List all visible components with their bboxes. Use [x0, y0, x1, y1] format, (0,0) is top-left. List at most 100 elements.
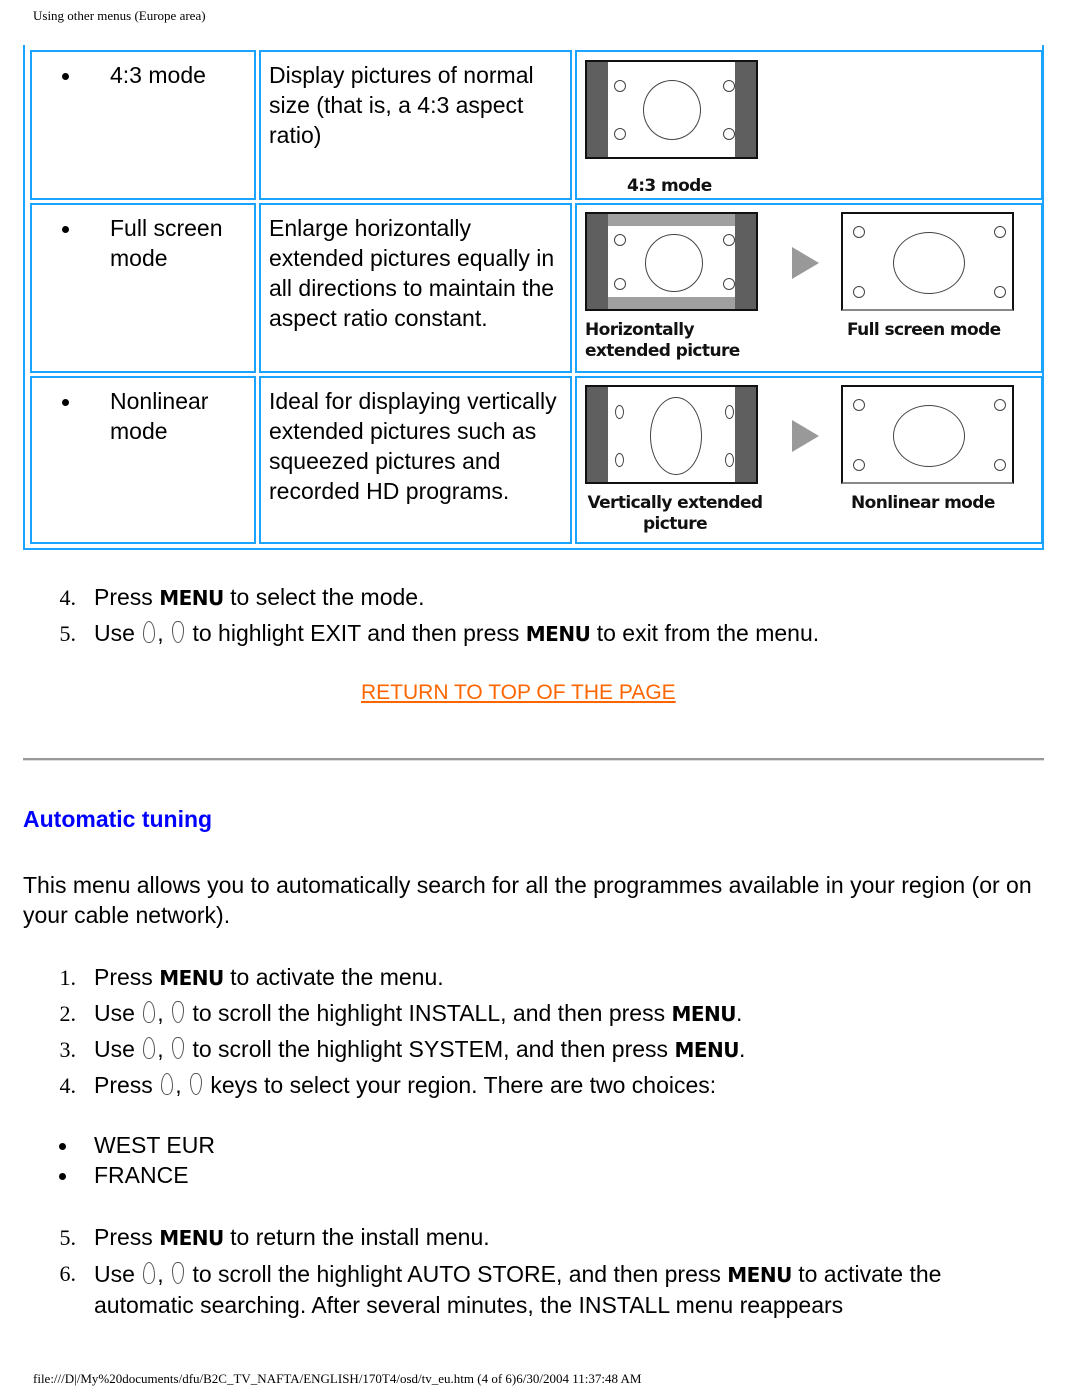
separator: , — [157, 1000, 164, 1026]
step-text: to activate the menu. — [230, 964, 444, 990]
region-choices-list: WEST EUR FRANCE — [56, 1130, 215, 1190]
screen-vertically-extended-illustration — [585, 385, 758, 484]
corner-circle-icon — [723, 234, 735, 246]
bullet-icon — [62, 226, 69, 233]
picture-modes-table: 4:3 mode Display pictures of normal size… — [23, 45, 1044, 550]
arrow-right-icon — [792, 247, 819, 279]
step-text: to return the install menu. — [230, 1224, 490, 1250]
arrow-right-icon — [792, 420, 819, 452]
bullet-icon — [62, 73, 69, 80]
corner-circle-icon — [723, 128, 735, 140]
mode-name-cell: Nonlinear mode — [30, 376, 256, 544]
screen-nonlinear-illustration — [841, 385, 1014, 484]
illustration-caption: Vertically extended picture — [587, 493, 763, 534]
corner-circle-icon — [614, 278, 626, 290]
mode-description: Ideal for displaying vertically extended… — [269, 388, 557, 504]
tuning-steps-list: 1. Press MENU to activate the menu. 2. U… — [23, 960, 1053, 1103]
corner-circle-icon — [994, 399, 1006, 411]
step-text: to scroll the highlight AUTO STORE, and … — [192, 1261, 721, 1287]
step-item: 1. Press MENU to activate the menu. — [23, 960, 1053, 996]
mode-name: 4:3 mode — [110, 62, 206, 88]
mode-illustration-cell: Vertically extended picture Nonlinear mo… — [575, 376, 1043, 544]
corner-circle-icon — [614, 234, 626, 246]
step-item: 5. Press MENU to return the install menu… — [23, 1220, 1023, 1256]
page-footer: file:///D|/My%20documents/dfu/B2C_TV_NAF… — [33, 1371, 642, 1386]
section-intro: This menu allows you to automatically se… — [23, 872, 1032, 928]
step-text: Use — [94, 620, 135, 646]
mode-name: Nonlinear mode — [110, 388, 209, 444]
pillarbox-bar — [735, 214, 756, 309]
mode-list-item: Nonlinear mode — [62, 386, 260, 446]
illustration-caption: Horizontally extended picture — [585, 320, 740, 361]
menu-key-icon: MENU — [159, 1226, 224, 1250]
down-key-icon — [172, 1262, 185, 1284]
letterbox-bar — [587, 214, 756, 226]
corner-circle-icon — [994, 286, 1006, 298]
step-item: 6. Use , to scroll the highlight AUTO ST… — [23, 1256, 1023, 1320]
mode-description: Enlarge horizontally extended pictures e… — [269, 215, 555, 331]
up-key-icon — [143, 1262, 156, 1284]
menu-key-icon: MENU — [671, 1002, 737, 1026]
step-number: 1. — [59, 965, 77, 990]
corner-circle-icon — [853, 226, 865, 238]
corner-circle-icon — [723, 278, 735, 290]
step-text: to scroll the highlight INSTALL, and the… — [192, 1000, 666, 1026]
down-key-icon — [172, 1001, 185, 1023]
step-text: Press — [94, 1224, 153, 1250]
step-item: 4. Press MENU to select the mode. — [23, 580, 1053, 616]
corner-circle-icon — [614, 128, 626, 140]
mode-description-cell: Enlarge horizontally extended pictures e… — [259, 203, 572, 373]
illustration-caption: Nonlinear mode — [851, 493, 995, 513]
separator: , — [157, 1036, 164, 1062]
mode-description-cell: Display pictures of normal size (that is… — [259, 50, 572, 200]
step-text: Use — [94, 1036, 135, 1062]
illustration-caption: 4:3 mode — [627, 176, 712, 196]
step-text: to highlight EXIT and then press — [192, 620, 520, 646]
step-text: Press — [94, 1072, 153, 1098]
corner-oval-icon — [615, 453, 624, 467]
test-circle-icon — [893, 232, 965, 294]
step-text: . — [738, 1036, 746, 1062]
corner-circle-icon — [853, 459, 865, 471]
step-text: to select the mode. — [230, 584, 425, 610]
menu-key-icon: MENU — [159, 586, 224, 610]
step-item: 3. Use , to scroll the highlight SYSTEM,… — [23, 1032, 1053, 1068]
mode-name-cell: Full screen mode — [30, 203, 256, 373]
pillarbox-bar — [587, 214, 608, 309]
separator: , — [157, 620, 164, 646]
pillarbox-bar — [735, 387, 756, 482]
screen-horizontally-extended-illustration — [585, 212, 758, 311]
step-text: Use — [94, 1000, 135, 1026]
step-text: to scroll the highlight SYSTEM, and then… — [192, 1036, 669, 1062]
step-number: 3. — [59, 1037, 77, 1062]
corner-circle-icon — [614, 80, 626, 92]
test-circle-icon — [643, 80, 701, 140]
mode-description: Display pictures of normal size (that is… — [269, 62, 534, 148]
corner-circle-icon — [853, 286, 865, 298]
step-text: . — [736, 1000, 743, 1026]
separator: , — [175, 1072, 182, 1098]
corner-oval-icon — [725, 453, 734, 467]
menu-key-icon: MENU — [674, 1038, 739, 1062]
mode-steps-list: 4. Press MENU to select the mode. 5. Use… — [23, 580, 1053, 652]
tuning-steps-list-continued: 5. Press MENU to return the install menu… — [23, 1220, 1023, 1320]
up-key-icon — [143, 1001, 156, 1023]
step-text: Press — [94, 584, 153, 610]
return-to-top-link[interactable]: RETURN TO TOP OF THE PAGE — [361, 681, 676, 705]
mode-list-item: Full screen mode — [62, 213, 260, 273]
pillarbox-bar — [587, 62, 608, 157]
section-title: Automatic tuning — [23, 806, 213, 832]
region-choice: FRANCE — [56, 1160, 215, 1190]
screen-full-screen-illustration — [841, 212, 1014, 311]
menu-key-icon: MENU — [525, 622, 591, 646]
corner-circle-icon — [723, 80, 735, 92]
mode-illustration-cell: Horizontally extended picture Full scree… — [575, 203, 1043, 373]
test-circle-icon — [645, 234, 703, 292]
step-number: 2. — [59, 1001, 77, 1026]
up-key-icon — [161, 1073, 174, 1095]
mode-name: Full screen mode — [110, 215, 223, 271]
corner-oval-icon — [615, 405, 624, 419]
region-choice: WEST EUR — [56, 1130, 215, 1160]
step-text: to exit from the menu. — [596, 620, 820, 646]
step-item: 2. Use , to scroll the highlight INSTALL… — [23, 996, 1053, 1032]
